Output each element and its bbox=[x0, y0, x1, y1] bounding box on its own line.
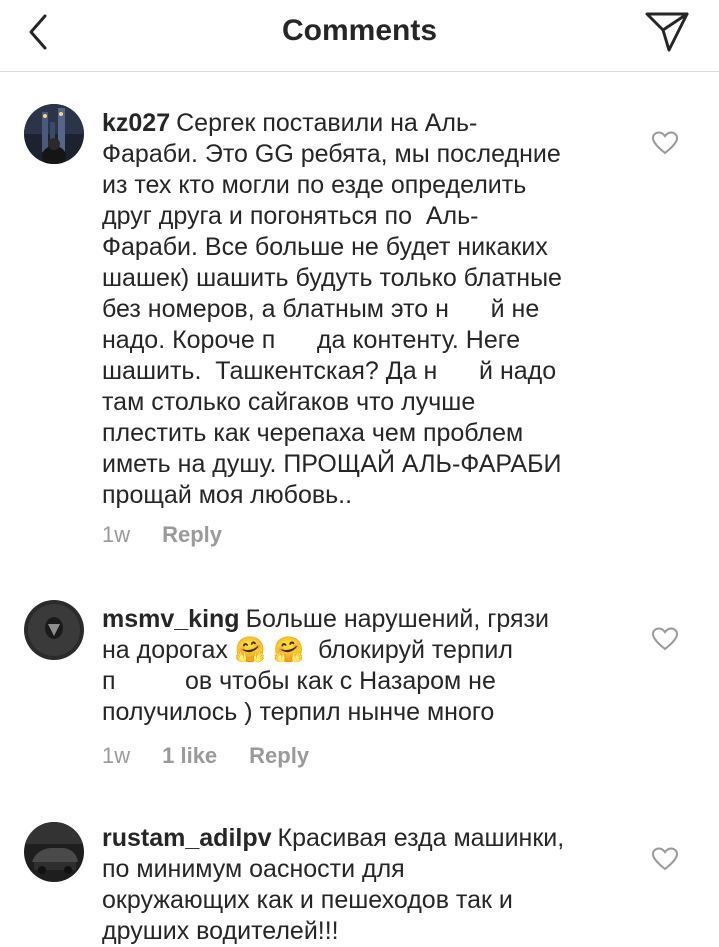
likes-count-button[interactable]: 1 like bbox=[162, 743, 217, 769]
avatar-photo-dark bbox=[24, 600, 84, 660]
comment-meta: 1w Reply bbox=[102, 520, 222, 550]
avatar-photo-car bbox=[24, 822, 84, 882]
comment-body: msmv_king Больше нарушений, грязи на доро… bbox=[102, 604, 622, 728]
heart-icon bbox=[651, 131, 679, 155]
page-title: Comments bbox=[281, 14, 438, 47]
like-button[interactable] bbox=[651, 626, 679, 652]
heart-icon bbox=[651, 627, 679, 651]
avatar[interactable] bbox=[24, 104, 84, 164]
comment-body: kz027 Сергек поставили на Аль- Фараби. Эт… bbox=[102, 108, 622, 511]
avatar[interactable] bbox=[24, 600, 84, 660]
avatar-photo-city-night bbox=[24, 104, 84, 164]
header-bar: Comments bbox=[0, 0, 719, 72]
comment-text: Сергек поставили на Аль- Фараби. Это GG … bbox=[102, 109, 562, 509]
comment-body: rustam_adilpv Красивая езда машинки, по м… bbox=[102, 823, 622, 947]
like-button[interactable] bbox=[651, 846, 679, 872]
comment-username[interactable]: msmv_king bbox=[102, 605, 240, 633]
avatar[interactable] bbox=[24, 822, 84, 882]
share-button[interactable] bbox=[643, 8, 691, 54]
paper-plane-icon bbox=[645, 12, 689, 52]
reply-button[interactable]: Reply bbox=[249, 743, 309, 769]
comment-username[interactable]: kz027 bbox=[102, 109, 170, 137]
heart-icon bbox=[651, 847, 679, 871]
comment-time: 1w bbox=[102, 743, 131, 768]
like-button[interactable] bbox=[651, 130, 679, 156]
reply-button[interactable]: Reply bbox=[162, 522, 222, 548]
comment-meta: 1w 1 like Reply bbox=[102, 741, 309, 771]
comment-username[interactable]: rustam_adilpv bbox=[102, 824, 272, 852]
comment-time: 1w bbox=[102, 522, 131, 547]
